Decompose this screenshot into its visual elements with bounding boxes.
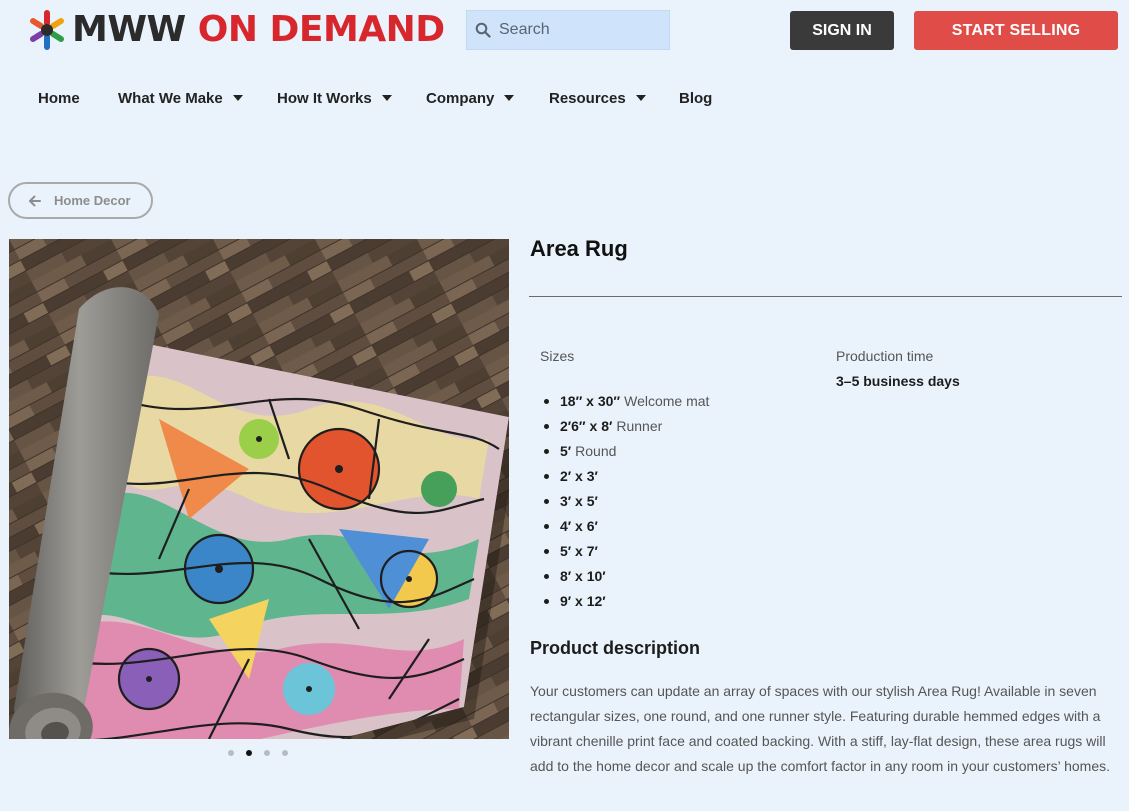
nav-item-home[interactable]: Home xyxy=(38,86,80,110)
area-rug-photo xyxy=(9,239,509,739)
sizes-list: 18″ x 30″ Welcome mat 2′6″ x 8′ Runner 5′ R… xyxy=(543,389,710,614)
caret-down-icon xyxy=(232,95,243,101)
size-note: Runner xyxy=(616,418,663,434)
carousel-dot[interactable] xyxy=(264,750,270,756)
search-box[interactable] xyxy=(466,10,670,50)
product-title: Area Rug xyxy=(530,236,628,261)
list-item: 2′ x 3′ xyxy=(543,464,709,489)
size-dimension: 9′ x 12′ xyxy=(560,593,606,609)
nav-item-blog[interactable]: Blog xyxy=(679,86,712,110)
caret-down-icon xyxy=(381,95,392,101)
nav-item-label: Home xyxy=(38,89,80,107)
back-to-category-button[interactable]: Home Decor xyxy=(8,182,153,219)
list-item: 18″ x 30″ Welcome mat xyxy=(543,389,710,414)
list-item: 2′6″ x 8′ Runner xyxy=(543,414,709,439)
site-logo[interactable]: MWW ON DEMAND xyxy=(26,9,445,51)
nav-item-resources[interactable]: Resources xyxy=(549,86,646,110)
title-divider xyxy=(529,296,1122,297)
size-note: Round xyxy=(575,443,617,459)
list-item: 3′ x 5′ xyxy=(543,489,709,514)
search-icon xyxy=(475,22,491,38)
carousel-dot[interactable] xyxy=(228,750,234,756)
description-heading: Product description xyxy=(530,638,701,658)
carousel-dot[interactable] xyxy=(282,750,288,756)
nav-item-label: Company xyxy=(426,89,495,107)
size-dimension: 5′ xyxy=(560,443,572,459)
nav-item-company[interactable]: Company xyxy=(426,86,515,110)
list-item: 5′ x 7′ xyxy=(543,539,709,564)
size-note: Welcome mat xyxy=(624,393,710,409)
description-text: Your customers can update an array of sp… xyxy=(530,683,1110,774)
nav-item-how-it-works[interactable]: How It Works xyxy=(277,86,392,110)
list-item: 9′ x 12′ xyxy=(543,589,709,614)
sizes-label: Sizes xyxy=(540,348,575,364)
production-time-label: Production time xyxy=(836,348,934,364)
logo-mark-icon xyxy=(30,10,64,50)
size-dimension: 2′6″ x 8′ xyxy=(560,418,613,434)
caret-down-icon xyxy=(504,95,515,101)
list-item: 5′ Round xyxy=(543,439,709,464)
size-dimension: 5′ x 7′ xyxy=(560,543,598,559)
nav-item-what-we-make[interactable]: What We Make xyxy=(118,86,243,110)
arrow-left-icon xyxy=(29,195,41,206)
carousel-dots xyxy=(228,750,288,758)
carousel-dot-active[interactable] xyxy=(246,750,252,756)
list-item: 4′ x 6′ xyxy=(543,514,709,539)
nav-item-label: Resources xyxy=(549,89,626,107)
nav-item-label: Blog xyxy=(679,89,713,107)
size-dimension: 4′ x 6′ xyxy=(560,518,598,534)
nav-item-label: How It Works xyxy=(277,89,372,107)
logo-wordmark: MWW ON DEMAND xyxy=(72,9,445,51)
product-image[interactable] xyxy=(9,239,509,739)
logo-brand-secondary: ON DEMAND xyxy=(197,9,445,50)
search-input[interactable] xyxy=(499,21,659,39)
caret-down-icon xyxy=(635,95,646,101)
size-dimension: 2′ x 3′ xyxy=(560,468,598,484)
size-dimension: 18″ x 30″ xyxy=(560,393,621,409)
back-label: Home Decor xyxy=(54,193,131,208)
list-item: 8′ x 10′ xyxy=(543,564,709,589)
logo-brand-primary: MWW xyxy=(72,9,186,50)
size-dimension: 8′ x 10′ xyxy=(560,568,606,584)
nav-item-label: What We Make xyxy=(118,89,223,107)
sign-in-button[interactable]: SIGN IN xyxy=(790,11,894,50)
start-selling-button[interactable]: START SELLING xyxy=(914,11,1118,50)
size-dimension: 3′ x 5′ xyxy=(560,493,598,509)
production-time-value: 3–5 business days xyxy=(836,373,960,389)
